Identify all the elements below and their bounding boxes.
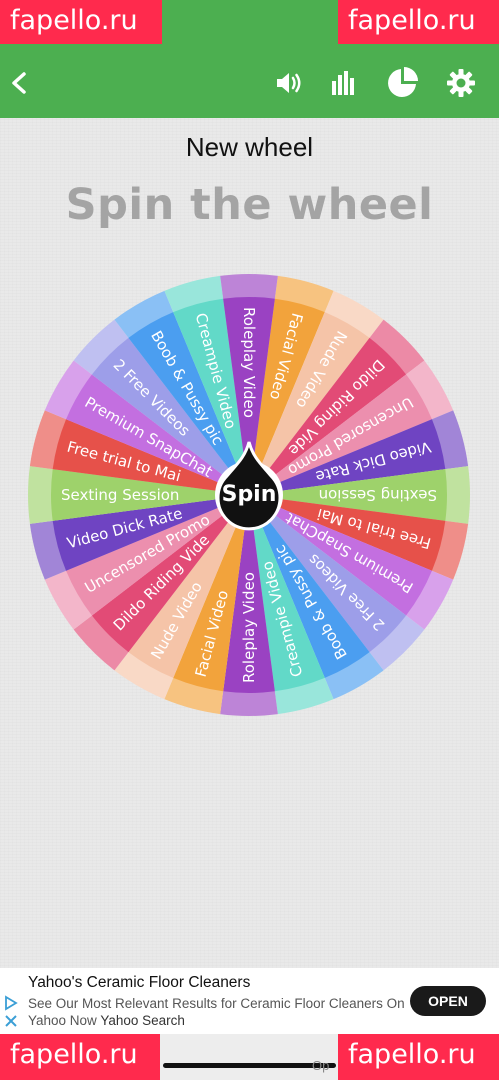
- bottom-bar: [160, 1034, 338, 1080]
- bar-chart-icon: [332, 71, 354, 95]
- home-indicator[interactable]: [163, 1063, 336, 1068]
- ad-title[interactable]: Yahoo's Ceramic Floor Cleaners: [28, 974, 250, 992]
- wheel-segment-label: Roleplay Video: [240, 572, 258, 683]
- ad-body-text: See Our Most Relevant Results for Cerami…: [28, 996, 405, 1028]
- ad-close-icon[interactable]: [3, 1013, 19, 1029]
- ad-banner[interactable]: Yahoo's Ceramic Floor Cleaners See Our M…: [0, 968, 499, 1034]
- wheel-segment-label: Roleplay Video: [240, 307, 258, 418]
- page-subtitle: Spin the wheel: [65, 180, 434, 230]
- volume-icon: [277, 73, 301, 93]
- pie-button[interactable]: [384, 65, 420, 101]
- app-bar: [0, 48, 499, 118]
- sound-button[interactable]: [271, 65, 307, 101]
- ad-open-button[interactable]: OPEN: [410, 986, 486, 1016]
- watermark: fapello.ru: [0, 1034, 160, 1080]
- settings-button[interactable]: [443, 65, 479, 101]
- arrow-left-icon: [12, 72, 26, 94]
- spin-label: Spin: [221, 482, 277, 507]
- stats-button[interactable]: [326, 65, 362, 101]
- wheel-title[interactable]: New wheel: [0, 132, 499, 163]
- wheel-segment-label: Sexting Session: [61, 486, 179, 504]
- pie-chart-icon: [388, 67, 418, 97]
- wheel-segment-label: Sexting Session: [319, 486, 437, 504]
- ad-body: See Our Most Relevant Results for Cerami…: [28, 995, 408, 1029]
- gear-icon: [447, 69, 475, 97]
- partial-text: Op: [312, 1058, 330, 1073]
- watermark: fapello.ru: [338, 0, 499, 44]
- ad-choices-icon[interactable]: [3, 995, 19, 1011]
- ad-source: Yahoo Search: [100, 1013, 185, 1028]
- back-button[interactable]: [2, 65, 38, 101]
- watermark: fapello.ru: [338, 1034, 499, 1080]
- watermark: fapello.ru: [0, 0, 162, 44]
